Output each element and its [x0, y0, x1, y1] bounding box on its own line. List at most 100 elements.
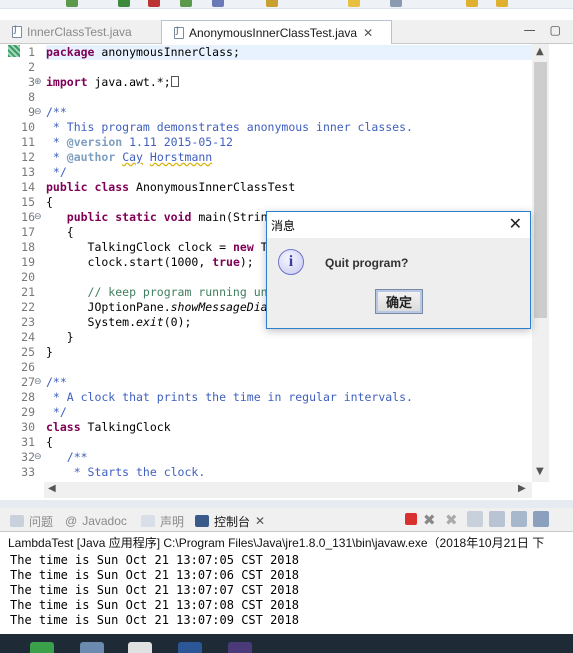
javadoc-icon: @ [65, 514, 78, 528]
editor-vertical-scrollbar[interactable]: ▲ ▼ [532, 44, 549, 482]
scroll-down-icon[interactable]: ▼ [536, 466, 544, 477]
toolbar-icon[interactable] [390, 0, 402, 7]
toolbar-icon[interactable] [180, 0, 192, 7]
line-number: 19 [21, 255, 35, 269]
toolbar-icon[interactable] [66, 0, 78, 7]
scroll-left-icon[interactable]: ◀ [48, 483, 56, 494]
console-line: The time is Sun Oct 21 13:07:06 CST 2018 [10, 568, 299, 582]
editor-tab-bar: InnerClassTest.java AnonymousInnerClassT… [0, 20, 573, 45]
tab-label: InnerClassTest.java [27, 25, 132, 39]
remove-all-icon[interactable]: ✖ [445, 511, 461, 529]
collapse-fold-icon[interactable]: ⊖ [34, 210, 42, 225]
code-line: class TalkingClock [46, 420, 171, 434]
code-line: * Starts the clock. [46, 465, 206, 479]
line-number: 16 [21, 210, 35, 224]
overview-ruler [550, 44, 573, 500]
editor-horizontal-scrollbar[interactable]: ◀ ▶ [44, 482, 532, 498]
line-number: 13 [21, 165, 35, 179]
pin-console-icon[interactable] [511, 511, 527, 527]
toolbar-icon[interactable] [466, 0, 478, 7]
toolbar-icon[interactable] [348, 0, 360, 7]
code-line: * This program demonstrates anonymous in… [46, 120, 413, 134]
line-number: 11 [21, 135, 35, 149]
line-number: 20 [21, 270, 35, 284]
console-icon [195, 515, 209, 527]
clear-console-icon[interactable] [467, 511, 483, 527]
ok-button[interactable]: 确定 [375, 289, 423, 314]
console-output[interactable]: LambdaTest [Java 应用程序] C:\Program Files\… [0, 532, 573, 634]
code-line: TalkingClock clock = new T [46, 240, 268, 254]
line-number: 31 [21, 435, 35, 449]
line-number: 17 [21, 225, 35, 239]
view-divider[interactable] [0, 500, 573, 508]
main-toolbar [0, 0, 573, 9]
code-line: /** [46, 105, 67, 119]
close-icon[interactable]: ✕ [509, 214, 522, 233]
line-number: 8 [28, 90, 35, 104]
code-line: public class AnonymousInnerClassTest [46, 180, 296, 194]
code-line: * @author Cay Horstmann [46, 150, 213, 164]
close-icon[interactable]: ✕ [255, 514, 265, 528]
taskbar-app-icon[interactable] [30, 642, 54, 653]
line-number: 10 [21, 120, 35, 134]
taskbar-app-icon[interactable] [128, 642, 152, 653]
scroll-lock-icon[interactable] [489, 511, 505, 527]
close-icon[interactable]: ✕ [363, 26, 373, 40]
collapse-fold-icon[interactable]: ⊖ [34, 450, 42, 465]
toolbar-icon[interactable] [148, 0, 160, 7]
editor-window-controls: — ▢ [524, 23, 561, 37]
line-number: 15 [21, 195, 35, 209]
tab-console[interactable]: 控制台 ✕ [195, 512, 265, 530]
line-number: 30 [21, 420, 35, 434]
line-number: 21 [21, 285, 35, 299]
line-number: 18 [21, 240, 35, 254]
toolbar-icon[interactable] [118, 0, 130, 7]
tab-anonymous-inner-class-test[interactable]: AnonymousInnerClassTest.java ✕ [161, 20, 392, 45]
code-line: * @version 1.11 2015-05-12 [46, 135, 233, 149]
code-line: package anonymousInnerClass; [46, 45, 532, 60]
code-line: { [46, 225, 74, 239]
code-line: JOptionPane.showMessageDia [46, 300, 268, 314]
minimize-icon[interactable]: — [524, 23, 536, 37]
console-line: The time is Sun Oct 21 13:07:09 CST 2018 [10, 613, 299, 627]
toolbar-icon[interactable] [266, 0, 278, 7]
taskbar-app-icon[interactable] [178, 642, 202, 653]
taskbar-app-icon[interactable] [228, 642, 252, 653]
dialog-message: Quit program? [325, 256, 409, 270]
console-toolbar: ✖ ✖ [405, 511, 549, 529]
tab-inner-class-test[interactable]: InnerClassTest.java [0, 20, 132, 44]
code-line: System.exit(0); [46, 315, 192, 329]
tab-javadoc[interactable]: @ Javadoc [65, 512, 127, 530]
collapse-fold-icon[interactable]: ⊖ [34, 375, 42, 390]
code-line: /** [46, 375, 67, 389]
dialog-titlebar[interactable]: 消息 ✕ [267, 212, 530, 238]
scroll-up-icon[interactable]: ▲ [536, 46, 544, 57]
line-number: 1 [28, 45, 35, 59]
code-line: { [46, 195, 53, 209]
taskbar-app-icon[interactable] [80, 642, 104, 653]
remove-launch-icon[interactable]: ✖ [423, 511, 439, 529]
console-line: The time is Sun Oct 21 13:07:07 CST 2018 [10, 583, 299, 597]
code-line: { [46, 435, 53, 449]
code-line: */ [46, 405, 67, 419]
toolbar-icon[interactable] [212, 0, 224, 7]
toolbar-icon[interactable] [496, 0, 508, 7]
dialog-title: 消息 [271, 219, 296, 233]
console-line: The time is Sun Oct 21 13:07:05 CST 2018 [10, 553, 299, 567]
console-line: The time is Sun Oct 21 13:07:08 CST 2018 [10, 598, 299, 612]
line-number: 22 [21, 300, 35, 314]
tab-declaration[interactable]: 声明 [141, 512, 184, 530]
scroll-right-icon[interactable]: ▶ [518, 483, 526, 494]
terminate-icon[interactable] [405, 513, 417, 525]
line-number: 23 [21, 315, 35, 329]
collapse-fold-icon[interactable]: ⊖ [34, 105, 42, 120]
code-line: } [46, 345, 53, 359]
maximize-icon[interactable]: ▢ [550, 23, 561, 37]
expand-fold-icon[interactable]: ⊕ [34, 75, 42, 90]
scrollbar-thumb[interactable] [534, 62, 547, 318]
code-line: clock.start(1000, true); [87, 255, 254, 269]
code-line: /** [46, 450, 88, 464]
tab-problems[interactable]: 问题 [10, 512, 53, 530]
display-console-icon[interactable] [533, 511, 549, 527]
line-number: 33 [21, 465, 35, 479]
